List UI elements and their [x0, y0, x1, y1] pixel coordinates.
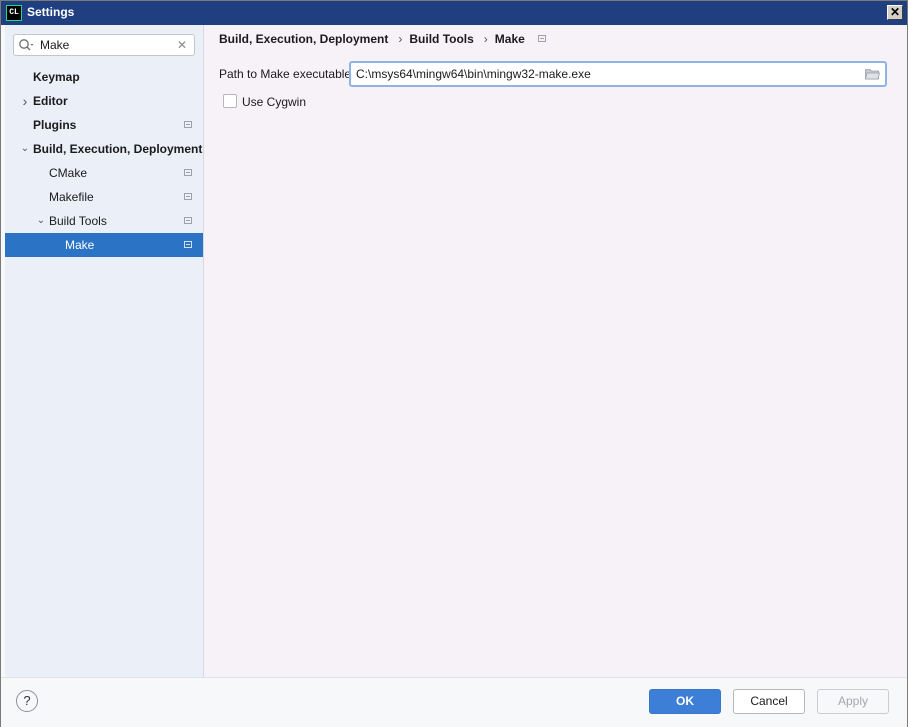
title-bar[interactable]: CL Settings ✕ — [1, 1, 907, 25]
breadcrumb-separator: › — [398, 31, 403, 46]
use-cygwin-checkbox[interactable] — [223, 94, 237, 108]
tree-item-label: Build, Execution, Deployment — [33, 142, 203, 156]
chevron-down-icon[interactable]: ⌄ — [19, 137, 31, 161]
project-scope-icon — [184, 217, 192, 224]
settings-dialog: CL Settings ✕ ✕ Keymap›EditorPlugins⌄Bui… — [0, 0, 908, 727]
breadcrumb-separator: › — [483, 31, 488, 46]
tree-item-make[interactable]: Make — [5, 233, 203, 257]
project-scope-icon — [537, 35, 546, 43]
tree-item-editor[interactable]: › Editor — [5, 89, 203, 113]
browse-folder-icon[interactable] — [865, 68, 880, 80]
tree-item-label: CMake — [49, 166, 88, 180]
make-path-field[interactable] — [349, 61, 887, 87]
tree-item-cmake[interactable]: CMake — [5, 161, 203, 185]
tree-item-label: Build Tools — [49, 214, 107, 228]
tree-item-build-tools[interactable]: ⌄ Build Tools — [5, 209, 203, 233]
breadcrumb-item-build-tools[interactable]: Build Tools — [409, 32, 473, 46]
cancel-button[interactable]: Cancel — [733, 689, 805, 714]
tree-item-keymap[interactable]: Keymap — [5, 65, 203, 89]
settings-sidebar: ✕ Keymap›EditorPlugins⌄Build, Execution,… — [5, 25, 204, 677]
tree-item-label: Plugins — [33, 118, 77, 132]
use-cygwin-label[interactable]: Use Cygwin — [242, 95, 306, 109]
settings-search-box[interactable]: ✕ — [13, 34, 195, 56]
settings-tree: Keymap › Editor Plugins ⌄ Build, Execution, D… — [5, 65, 203, 257]
make-settings-panel: Build, Execution, Deployment › Build Tools… — [204, 25, 907, 677]
clion-app-icon: CL — [6, 5, 22, 21]
make-path-input[interactable] — [356, 66, 856, 82]
settings-search-input[interactable] — [40, 37, 170, 53]
apply-button[interactable]: Apply — [817, 689, 889, 714]
search-icon[interactable] — [18, 38, 34, 52]
project-scope-icon — [184, 241, 192, 248]
project-scope-icon — [184, 121, 192, 128]
breadcrumb: Build, Execution, Deployment › Build Tools… — [219, 31, 546, 47]
tree-item-makefile[interactable]: Makefile — [5, 185, 203, 209]
breadcrumb-item-build-execution-deployment[interactable]: Build, Execution, Deployment — [219, 32, 388, 46]
project-scope-icon — [184, 193, 192, 200]
dialog-footer: ? OK Cancel Apply — [1, 677, 907, 727]
tree-item-label: Makefile — [49, 190, 94, 204]
window-title: Settings — [27, 5, 75, 19]
make-path-label: Path to Make executable — [219, 67, 352, 81]
chevron-down-icon[interactable]: ⌄ — [35, 209, 47, 233]
tree-item-label: Editor — [33, 94, 68, 108]
chevron-right-icon[interactable]: › — [19, 89, 31, 113]
tree-item-label: Keymap — [33, 70, 80, 84]
project-scope-icon — [184, 169, 192, 176]
tree-item-label: Make — [65, 238, 95, 252]
tree-item-plugins[interactable]: Plugins — [5, 113, 203, 137]
close-window-button[interactable]: ✕ — [887, 5, 903, 20]
breadcrumb-item-make: Make — [494, 31, 525, 46]
help-button[interactable]: ? — [16, 690, 38, 712]
ok-button[interactable]: OK — [649, 689, 721, 714]
tree-item-build-execution-deployment[interactable]: ⌄ Build, Execution, Deployment — [5, 137, 203, 161]
clear-search-icon[interactable]: ✕ — [176, 38, 188, 52]
